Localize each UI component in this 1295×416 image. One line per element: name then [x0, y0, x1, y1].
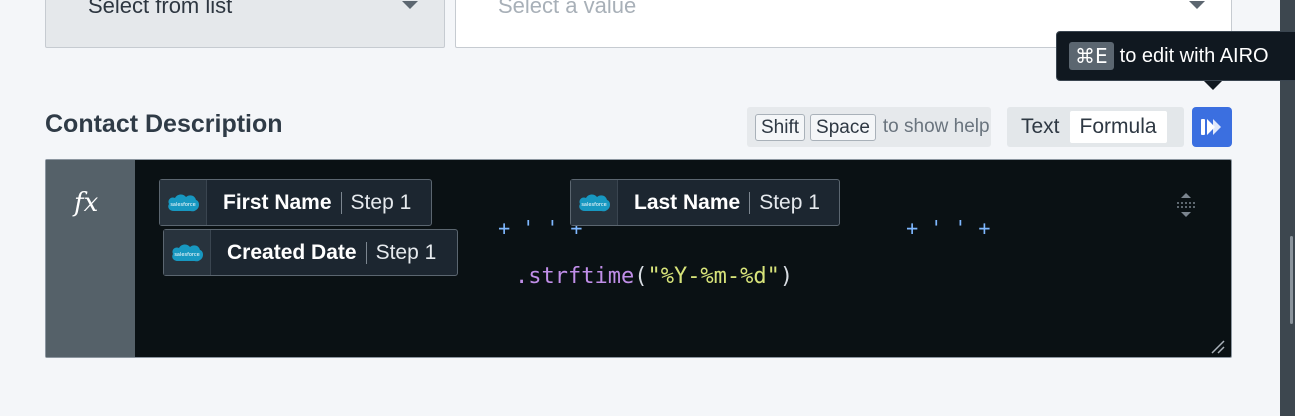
- space-key: Space: [810, 113, 876, 141]
- mode-formula-option[interactable]: Formula: [1069, 111, 1167, 143]
- chip-divider: [340, 191, 342, 214]
- svg-text:salesforce: salesforce: [581, 202, 606, 208]
- svg-text:salesforce: salesforce: [174, 252, 199, 258]
- salesforce-logo-icon: salesforce: [164, 230, 211, 275]
- method-call: .strftime: [514, 264, 635, 289]
- airo-icon: [1201, 119, 1221, 135]
- chip-field-name: Last Name: [634, 190, 741, 214]
- fx-icon: fx: [74, 188, 99, 218]
- field-chip-first-name[interactable]: salesforce First Name Step 1: [159, 179, 432, 226]
- mode-text-option[interactable]: Text: [1011, 111, 1070, 143]
- field-label: Contact Description: [45, 110, 283, 138]
- concat-operator: + ' ' +: [906, 216, 991, 240]
- salesforce-logo-icon: salesforce: [571, 180, 618, 225]
- format-string: "%Y-%m-%d": [647, 264, 780, 289]
- airo-button[interactable]: [1192, 107, 1232, 147]
- tooltip-arrow: [1204, 81, 1222, 90]
- value-select-placeholder: Select a value: [498, 0, 637, 18]
- chip-field-name: First Name: [223, 190, 332, 214]
- svg-text:salesforce: salesforce: [170, 202, 195, 208]
- mode-toggle: Text Formula: [1007, 107, 1184, 147]
- close-paren: ): [779, 264, 794, 289]
- source-select-value: Select from list: [88, 0, 233, 18]
- airo-tooltip: ⌘E to edit with AIRO: [1056, 31, 1295, 81]
- shortcut-key: ⌘E: [1069, 42, 1114, 70]
- chip-step-label: Step 1: [375, 240, 437, 264]
- chip-field-name: Created Date: [227, 240, 357, 264]
- chevron-down-icon: [1189, 1, 1205, 9]
- chip-step-label: Step 1: [350, 190, 412, 214]
- field-chip-last-name[interactable]: salesforce Last Name Step 1: [570, 179, 840, 226]
- chip-divider: [749, 191, 751, 214]
- scrollbar-thumb[interactable]: [1290, 236, 1293, 324]
- help-hint: Shift Space to show help: [747, 107, 991, 147]
- help-text: to show help: [882, 116, 990, 137]
- chip-step-label: Step 1: [759, 190, 820, 214]
- editor-gutter: fx: [46, 160, 135, 357]
- chevron-down-icon: [402, 1, 418, 9]
- open-paren: (: [634, 264, 648, 289]
- resize-handle-icon[interactable]: [1208, 337, 1226, 360]
- formula-code: .strftime("%Y-%m-%d"): [462, 239, 793, 314]
- chip-divider: [365, 241, 367, 264]
- tooltip-text: to edit with AIRO: [1119, 44, 1269, 67]
- expand-vertical-icon[interactable]: [1174, 191, 1198, 224]
- source-select[interactable]: Select from list: [45, 0, 445, 48]
- field-chip-created-date[interactable]: salesforce Created Date Step 1: [163, 229, 458, 276]
- shift-key: Shift: [755, 113, 806, 141]
- salesforce-logo-icon: salesforce: [160, 180, 207, 225]
- page: Select from list Select a value ⌘E to ed…: [0, 0, 1295, 416]
